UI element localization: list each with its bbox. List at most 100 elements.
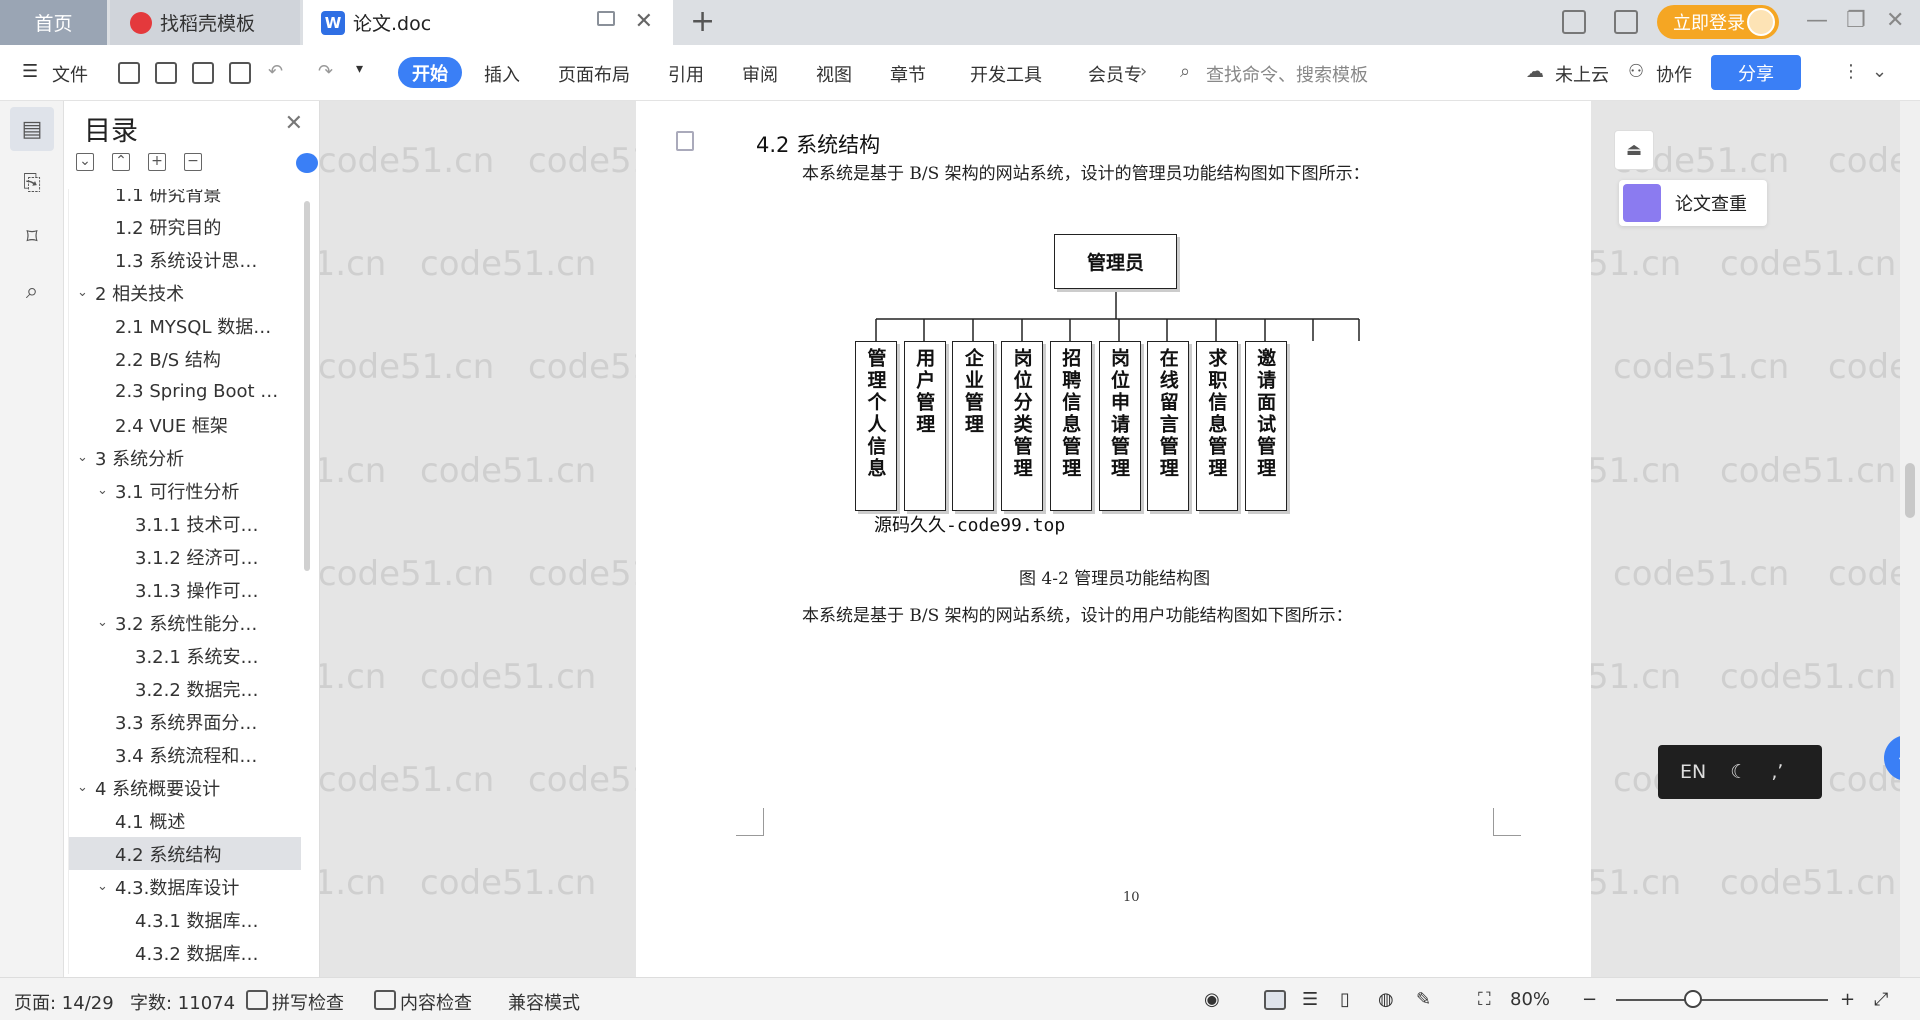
toc-item[interactable]: 1.3 系统设计思… [69,243,301,276]
tab-insert[interactable]: 插入 [484,61,520,87]
toc-item[interactable]: 3.2.2 数据完… [69,672,301,705]
tab-chapter[interactable]: 章节 [890,61,926,87]
reading-view-icon[interactable]: ▯ [1340,989,1350,1010]
toc-item[interactable]: ⌄ 4.3.数据库设计 [69,870,301,903]
find-icon[interactable]: ⌕ [10,269,54,313]
chevron-down-icon[interactable]: ⌄ [77,780,95,795]
command-search[interactable]: 查找命令、搜索模板 [1206,61,1368,87]
toc-item[interactable]: ⌄ 3.1 可行性分析 [69,474,301,507]
tab-member[interactable]: 会员专 [1088,61,1142,87]
apps-grid-icon[interactable] [1614,10,1638,34]
content-check-button[interactable]: 内容检查 [400,989,472,1015]
fit-page-icon[interactable]: ⛶ [1478,989,1491,1010]
scroll-thumb[interactable] [1905,463,1915,518]
toc-item[interactable]: 3.2.1 系统安… [69,639,301,672]
paragraph-options-icon[interactable] [676,131,694,151]
tab-home[interactable]: 首页 [0,0,107,45]
toc-item[interactable]: ⌄ 3 系统分析 [69,441,301,474]
tab-reference[interactable]: 引用 [668,61,704,87]
plagiarism-check-button[interactable]: 论文查重 [1619,180,1767,226]
page-indicator[interactable]: 页面: 14/29 [14,989,114,1015]
toc-item[interactable]: ⌄ 4 系统概要设计 [69,771,301,804]
print-icon[interactable] [192,62,214,84]
more-icon[interactable]: ⋮ [1842,61,1860,82]
toc-item[interactable]: 1.2 研究目的 [69,210,301,243]
toc-item[interactable]: 2.4 VUE 框架 [69,408,301,441]
collapse-panel-icon[interactable]: ⏏ [1614,130,1654,170]
chevron-down-icon[interactable]: ⌄ [97,879,115,894]
toc-scrollbar[interactable] [304,201,310,571]
toc-item[interactable]: 1.1 研究背景 [69,189,301,210]
toc-item[interactable]: 3.1.1 技术可… [69,507,301,540]
tab-template[interactable]: 找稻壳模板 [110,0,300,45]
new-tab-button[interactable]: + [690,4,715,39]
toc-panel-icon[interactable]: ▤ [10,107,54,151]
vertical-scrollbar[interactable] [1900,101,1920,977]
outline-view-icon[interactable]: ☰ [1302,989,1318,1010]
tab-layout[interactable]: 页面布局 [558,61,630,87]
close-icon[interactable]: ✕ [285,111,303,136]
toc-item[interactable]: ⌄ 2 相关技术 [69,276,301,309]
zoom-in-icon[interactable]: + [1840,989,1855,1010]
remove-heading-icon[interactable]: − [184,153,202,171]
toc-item[interactable]: 3.3 系统界面分… [69,705,301,738]
toc-item[interactable]: ⌄ 3.2 系统性能分… [69,606,301,639]
ime-toolbar[interactable]: EN ☾ ‚ʼ [1658,745,1822,799]
redo-icon[interactable]: ↷ [318,61,333,82]
navigation-icon[interactable]: ⎘ [10,161,54,205]
pin-window-icon[interactable] [597,11,615,26]
cloud-status[interactable]: 未上云 [1555,61,1609,87]
chevron-down-icon[interactable]: ⌄ [97,483,115,498]
bookmark-icon[interactable]: ⌑ [10,215,54,259]
toc-item[interactable]: 4.3.1 数据库… [69,903,301,936]
punctuation-icon[interactable]: ‚ʼ [1771,761,1783,783]
tab-start[interactable]: 开始 [398,57,462,88]
chevron-down-icon[interactable]: ⌄ [77,285,95,300]
menu-icon[interactable]: ☰ [22,61,38,82]
more-tabs-icon[interactable]: › [1140,61,1147,82]
add-heading-icon[interactable]: + [148,153,166,171]
undo-icon[interactable]: ↶ [268,61,283,82]
collapse-all-icon[interactable]: ⌃ [112,153,130,171]
ai-assistant-icon[interactable] [296,153,318,173]
toc-item[interactable]: 3.4 系统流程和… [69,738,301,771]
toc-item[interactable]: 2.3 Spring Boot … [69,375,301,408]
zoom-out-icon[interactable]: − [1582,989,1597,1010]
minimize-icon[interactable]: — [1806,8,1828,33]
tab-devtools[interactable]: 开发工具 [970,61,1042,87]
expand-all-icon[interactable]: ⌄ [76,153,94,171]
web-view-icon[interactable]: ◍ [1378,989,1394,1010]
toc-item[interactable]: 3.1.3 操作可… [69,573,301,606]
login-button[interactable]: 立即登录 [1657,5,1779,39]
share-button[interactable]: 分享 [1711,55,1801,90]
spell-check-button[interactable]: 拼写检查 [272,989,344,1015]
print-preview-icon[interactable] [229,62,251,84]
toc-item[interactable]: 4.3.2 数据库… [69,936,301,969]
tab-review[interactable]: 审阅 [742,61,778,87]
page-view-icon[interactable] [1264,990,1286,1010]
toc-item[interactable]: 4.1 概述 [69,804,301,837]
word-count[interactable]: 字数: 11074 [130,989,235,1015]
chevron-down-icon[interactable]: ⌄ [77,450,95,465]
toc-item[interactable]: 3.1.2 经济可… [69,540,301,573]
zoom-slider-thumb[interactable] [1684,990,1702,1008]
toc-item[interactable]: 2.1 MYSQL 数据… [69,309,301,342]
toc-item[interactable]: 4.2 系统结构 [69,837,301,870]
collapse-ribbon-icon[interactable]: ⌄ [1872,61,1887,82]
tab-document[interactable]: W 论文.doc ✕ [303,0,673,45]
zoom-slider[interactable] [1616,999,1828,1001]
fullscreen-icon[interactable]: ⤢ [1874,989,1888,1010]
ime-language[interactable]: EN [1680,761,1706,783]
write-mode-icon[interactable]: ✎ [1416,989,1431,1010]
chevron-down-icon[interactable]: ⌄ [97,615,115,630]
collab-button[interactable]: 协作 [1656,61,1692,87]
eye-protect-icon[interactable]: ◉ [1204,989,1220,1010]
tab-view[interactable]: 视图 [816,61,852,87]
close-window-icon[interactable]: ✕ [1886,8,1904,33]
save-icon[interactable] [118,62,140,84]
toc-item[interactable]: 2.2 B/S 结构 [69,342,301,375]
moon-icon[interactable]: ☾ [1730,761,1747,783]
zoom-level[interactable]: 80% [1510,989,1550,1010]
export-pdf-icon[interactable] [155,62,177,84]
chevron-down-icon[interactable]: ▾ [356,61,363,77]
